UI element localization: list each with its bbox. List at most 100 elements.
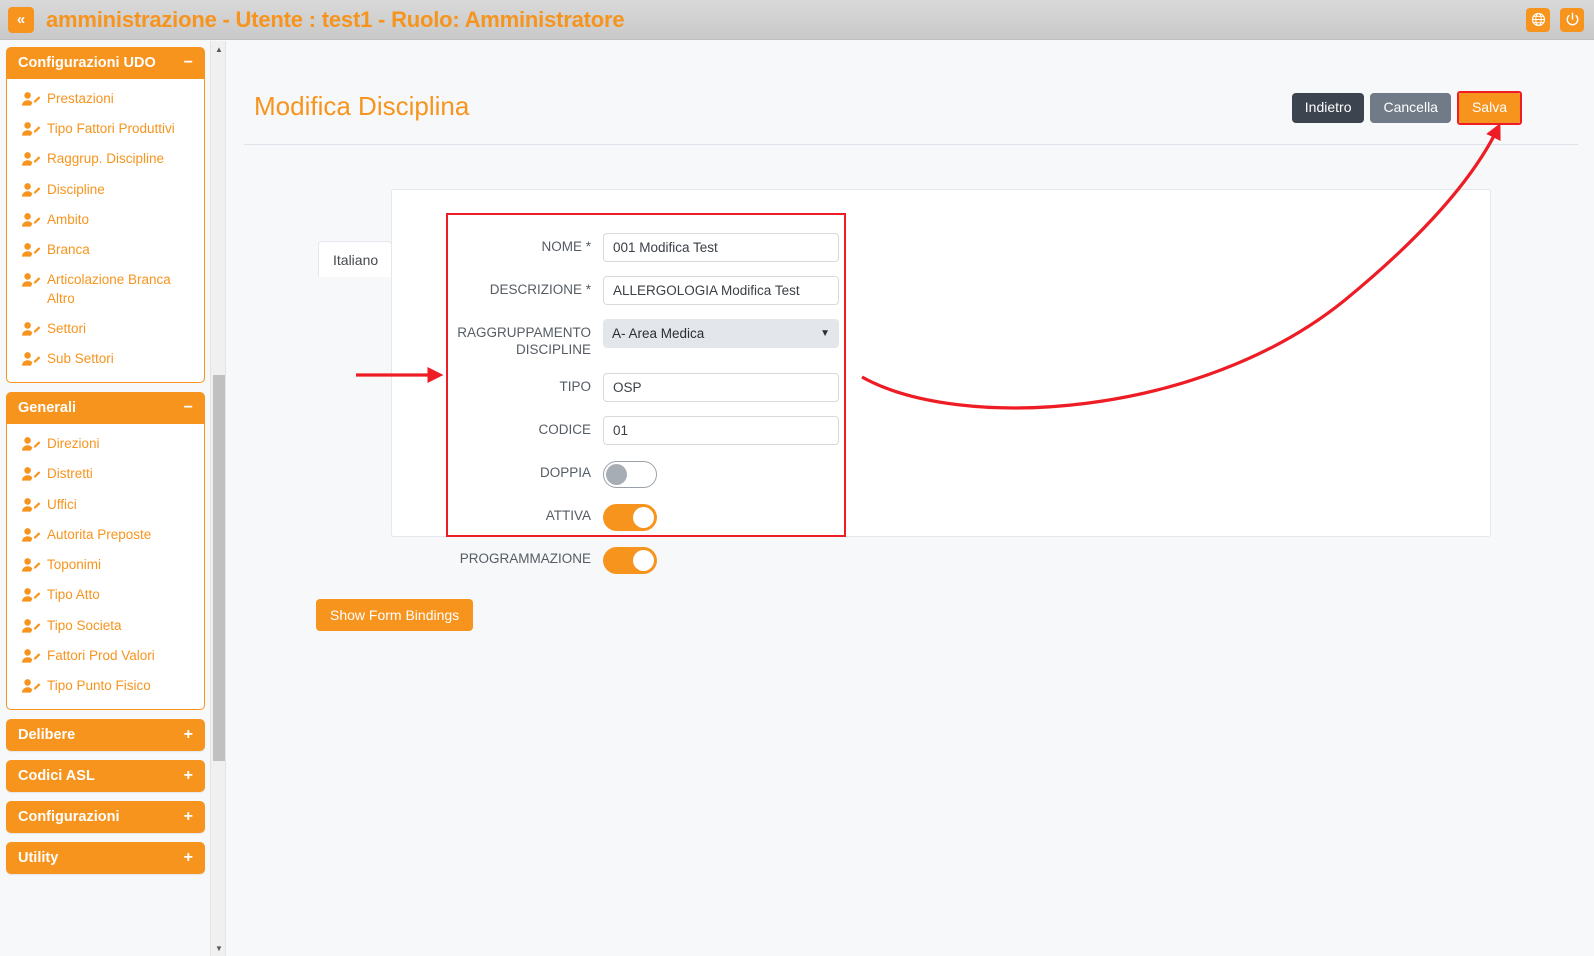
sidebar-group-body: Prestazioni Tipo Fattori Produttivi Ragg… bbox=[6, 79, 205, 383]
raggruppamento-discipline-select[interactable]: A- Area Medica ▼ bbox=[603, 319, 839, 348]
toggle-knob bbox=[606, 464, 627, 485]
cancel-button[interactable]: Cancella bbox=[1370, 93, 1450, 123]
collapse-minus-icon[interactable]: − bbox=[184, 55, 193, 71]
sidebar-collapse-icon[interactable]: « bbox=[8, 7, 34, 33]
form-control-wrap bbox=[603, 371, 839, 402]
form-row-programmazione: PROGRAMMAZIONE bbox=[448, 543, 832, 574]
sidebar-item-prestazioni[interactable]: Prestazioni bbox=[7, 84, 204, 114]
sidebar-group-delibere: Delibere + bbox=[6, 719, 205, 751]
expand-plus-icon[interactable]: + bbox=[184, 727, 193, 743]
tipo-input[interactable] bbox=[603, 373, 839, 402]
sidebar-group-codici-asl: Codici ASL + bbox=[6, 760, 205, 792]
user-edit-icon bbox=[21, 587, 41, 603]
sidebar-item-distretti[interactable]: Distretti bbox=[7, 459, 204, 489]
form-control-wrap bbox=[603, 274, 839, 305]
sidebar-item-ambito[interactable]: Ambito bbox=[7, 205, 204, 235]
sidebar-group-configurazioni: Configurazioni+ bbox=[6, 801, 205, 833]
sidebar-item-tipo-atto[interactable]: Tipo Atto bbox=[7, 580, 204, 610]
sidebar-group-title: Codici ASL bbox=[18, 768, 95, 784]
sidebar-item-raggrup-discipline[interactable]: Raggrup. Discipline bbox=[7, 144, 204, 174]
sidebar-group-header[interactable]: Generali− bbox=[6, 392, 205, 424]
user-edit-icon bbox=[21, 242, 41, 258]
sidebar-item-tipo-societa[interactable]: Tipo Societa bbox=[7, 611, 204, 641]
sidebar-group-header[interactable]: Delibere + bbox=[6, 719, 205, 751]
form-row-codice: CODICE bbox=[448, 414, 832, 445]
form-row-raggruppamento-discipline: RAGGRUPPAMENTO DISCIPLINE A- Area Medica ▼ bbox=[448, 317, 832, 359]
user-edit-icon bbox=[21, 151, 41, 167]
sidebar-group-header[interactable]: Configurazioni UDO− bbox=[6, 47, 205, 79]
back-button[interactable]: Indietro bbox=[1292, 93, 1365, 123]
form-label-raggruppamento-discipline: RAGGRUPPAMENTO DISCIPLINE bbox=[448, 317, 603, 359]
toggle-knob bbox=[633, 550, 654, 571]
form-control-wrap: A- Area Medica ▼ bbox=[603, 317, 839, 348]
attiva-toggle[interactable] bbox=[603, 504, 657, 531]
user-edit-icon bbox=[21, 182, 41, 198]
sidebar-group-title: Delibere bbox=[18, 727, 75, 743]
sidebar-group-header[interactable]: Codici ASL + bbox=[6, 760, 205, 792]
sidebar-group-header[interactable]: Configurazioni+ bbox=[6, 801, 205, 833]
nome-input[interactable] bbox=[603, 233, 839, 262]
sidebar-item-label: Toponimi bbox=[47, 556, 101, 574]
expand-plus-icon[interactable]: + bbox=[184, 809, 193, 825]
sidebar-item-label: Tipo Punto Fisico bbox=[47, 677, 151, 695]
form-row-doppia: DOPPIA bbox=[448, 457, 832, 488]
sidebar-group-title: Utility bbox=[18, 850, 58, 866]
sidebar-item-tipo-punto-fisico[interactable]: Tipo Punto Fisico bbox=[7, 671, 204, 701]
descrizione-input[interactable] bbox=[603, 276, 839, 305]
page-title: Modifica Disciplina bbox=[254, 91, 469, 122]
codice-input[interactable] bbox=[603, 416, 839, 445]
sidebar-item-branca[interactable]: Branca bbox=[7, 235, 204, 265]
sidebar-item-label: Discipline bbox=[47, 181, 105, 199]
sidebar-item-fattori-prod-valori[interactable]: Fattori Prod Valori bbox=[7, 641, 204, 671]
sidebar-scrollbar[interactable]: ▲ ▼ bbox=[210, 41, 226, 956]
sidebar-item-discipline[interactable]: Discipline bbox=[7, 175, 204, 205]
page-header: Modifica Disciplina Indietro Cancella Sa… bbox=[244, 53, 1578, 145]
globe-icon[interactable] bbox=[1526, 8, 1550, 32]
user-edit-icon bbox=[21, 351, 41, 367]
user-edit-icon bbox=[21, 466, 41, 482]
user-edit-icon bbox=[21, 678, 41, 694]
chevron-down-icon[interactable]: ▼ bbox=[820, 328, 830, 339]
sidebar-group-utility: Utility + bbox=[6, 842, 205, 874]
tab-italiano[interactable]: Italiano bbox=[318, 241, 392, 277]
sidebar-item-label: Direzioni bbox=[47, 435, 100, 453]
form-label-programmazione: PROGRAMMAZIONE bbox=[448, 543, 603, 567]
user-edit-icon bbox=[21, 497, 41, 513]
sidebar-item-label: Raggrup. Discipline bbox=[47, 150, 164, 168]
doppia-toggle[interactable] bbox=[603, 461, 657, 488]
sidebar-item-direzioni[interactable]: Direzioni bbox=[7, 429, 204, 459]
sidebar-item-label: Autorita Preposte bbox=[47, 526, 151, 544]
raggruppamento-discipline-selected-value: A- Area Medica bbox=[612, 326, 704, 341]
save-button-highlight: Salva bbox=[1457, 91, 1522, 125]
form-control-wrap bbox=[603, 500, 832, 531]
sidebar: Configurazioni UDO− Prestazioni Tipo Fat… bbox=[0, 41, 210, 956]
sidebar-item-uffici[interactable]: Uffici bbox=[7, 490, 204, 520]
collapse-minus-icon[interactable]: − bbox=[184, 400, 193, 416]
user-edit-icon bbox=[21, 272, 41, 288]
show-form-bindings-button[interactable]: Show Form Bindings bbox=[316, 599, 473, 631]
sidebar-item-label: Branca bbox=[47, 241, 90, 259]
scroll-up-arrow-icon[interactable]: ▲ bbox=[211, 41, 227, 57]
sidebar-item-tipo-fattori-produttivi[interactable]: Tipo Fattori Produttivi bbox=[7, 114, 204, 144]
sidebar-scrollbar-thumb[interactable] bbox=[213, 375, 225, 761]
sidebar-item-label: Articolazione Branca Altro bbox=[47, 271, 196, 307]
sidebar-item-sub-settori[interactable]: Sub Settori bbox=[7, 344, 204, 374]
form-label-doppia: DOPPIA bbox=[448, 457, 603, 481]
programmazione-toggle[interactable] bbox=[603, 547, 657, 574]
save-button[interactable]: Salva bbox=[1459, 93, 1520, 123]
user-edit-icon bbox=[21, 527, 41, 543]
sidebar-item-autorita-preposte[interactable]: Autorita Preposte bbox=[7, 520, 204, 550]
sidebar-item-label: Settori bbox=[47, 320, 86, 338]
sidebar-group-header[interactable]: Utility + bbox=[6, 842, 205, 874]
sidebar-item-toponimi[interactable]: Toponimi bbox=[7, 550, 204, 580]
power-icon[interactable] bbox=[1560, 8, 1584, 32]
sidebar-item-label: Ambito bbox=[47, 211, 89, 229]
expand-plus-icon[interactable]: + bbox=[184, 768, 193, 784]
scroll-down-arrow-icon[interactable]: ▼ bbox=[211, 940, 227, 956]
user-edit-icon bbox=[21, 321, 41, 337]
sidebar-item-label: Sub Settori bbox=[47, 350, 114, 368]
expand-plus-icon[interactable]: + bbox=[184, 850, 193, 866]
sidebar-item-settori[interactable]: Settori bbox=[7, 314, 204, 344]
double-chevron-left-glyph: « bbox=[17, 11, 25, 28]
sidebar-item-articolazione-branca-altro[interactable]: Articolazione Branca Altro bbox=[7, 265, 204, 313]
